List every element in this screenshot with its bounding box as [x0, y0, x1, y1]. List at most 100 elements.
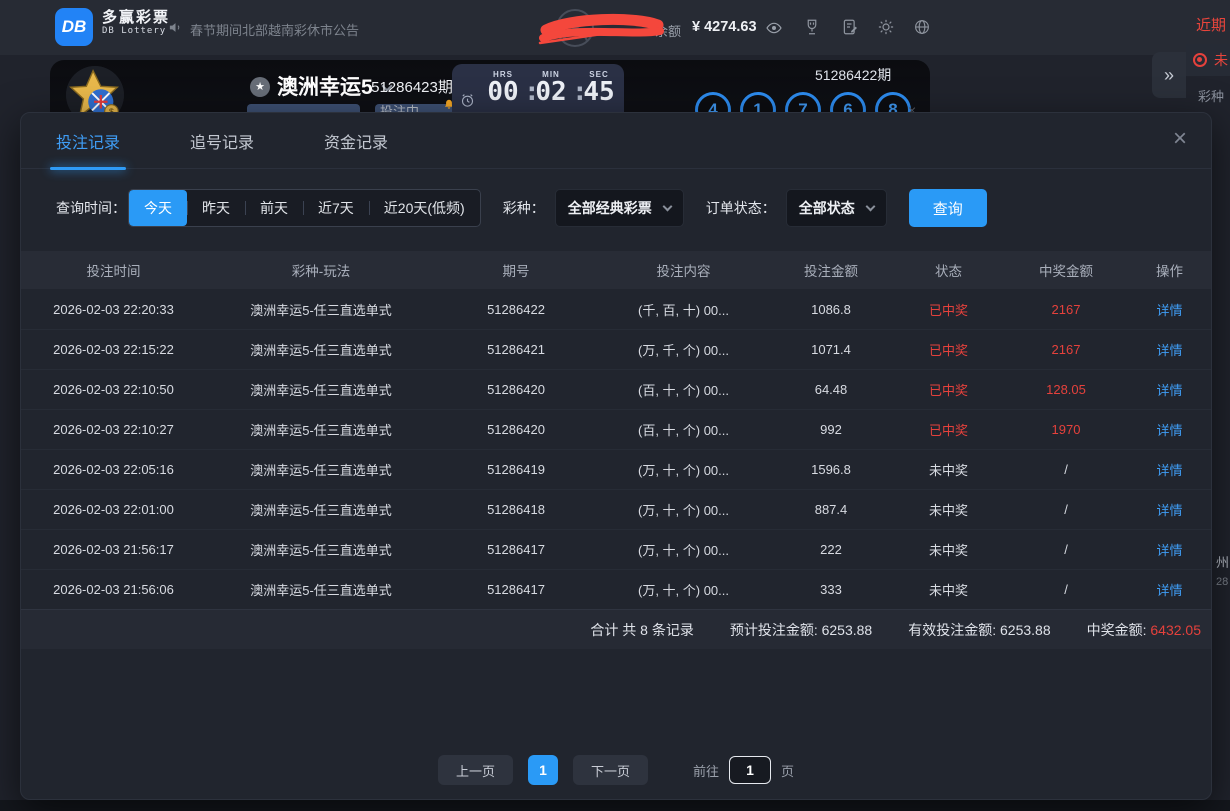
search-button[interactable]: 查询 [909, 189, 987, 227]
table-cell: (万, 十, 个) 00... [596, 540, 771, 559]
table-row: 2026-02-03 21:56:06澳洲幸运5-任三直选单式51286417(… [21, 569, 1211, 609]
clipped-background-text: 州 [1216, 552, 1229, 571]
table-cell: 1086.8 [771, 302, 891, 317]
brand-subname: DB Lottery [102, 27, 170, 37]
detail-link[interactable]: 详情 [1126, 540, 1213, 559]
table-cell: 澳洲幸运5-任三直选单式 [206, 420, 436, 439]
order-status-value: 全部状态 [799, 198, 855, 218]
table-cell: 2026-02-03 22:01:00 [21, 502, 206, 517]
table-cell: (万, 十, 个) 00... [596, 460, 771, 479]
award-icon[interactable] [803, 18, 821, 41]
pagination: 上一页 1 下一页 前往 页 [21, 755, 1211, 785]
table-cell: 2167 [1006, 302, 1126, 317]
column-header: 中奖金额 [1006, 260, 1126, 280]
star-badge-icon: ★ [250, 77, 270, 97]
table-body: 2026-02-03 22:20:33澳洲幸运5-任三直选单式51286422(… [21, 289, 1211, 609]
prev-page-button[interactable]: 上一页 [438, 755, 513, 785]
language-icon[interactable] [913, 18, 931, 41]
table-cell: 未中奖 [891, 460, 1006, 479]
summary-win-value: 6432.05 [1150, 622, 1201, 638]
goto-label: 前往 [693, 761, 719, 780]
column-header: 状态 [891, 260, 1006, 280]
table-cell: 澳洲幸运5-任三直选单式 [206, 540, 436, 559]
close-icon[interactable]: × [1173, 125, 1187, 153]
order-status-label: 订单状态： [706, 198, 776, 218]
chevron-down-icon [662, 202, 672, 212]
summary-row: 合计 共 8 条记录 预计投注金额: 6253.88 有效投注金额: 6253.… [21, 609, 1211, 649]
tab-fund-records[interactable]: 资金记录 [324, 129, 388, 153]
table-cell: 51286419 [436, 462, 596, 477]
table-cell: 澳洲幸运5-任三直选单式 [206, 300, 436, 319]
table-cell: 51286417 [436, 582, 596, 597]
table-cell: (万, 千, 个) 00... [596, 340, 771, 359]
table-cell: (百, 十, 个) 00... [596, 380, 771, 399]
time-filter-group: 今天昨天前天近7天近20天(低频) [128, 189, 481, 227]
detail-link[interactable]: 详情 [1126, 580, 1213, 599]
clipped-background-text: 28 [1216, 576, 1228, 588]
table-cell: 992 [771, 422, 891, 437]
time-filter-option-2[interactable]: 昨天 [187, 190, 245, 226]
table-row: 2026-02-03 22:10:50澳洲幸运5-任三直选单式51286420(… [21, 369, 1211, 409]
table-cell: 已中奖 [891, 300, 1006, 319]
current-page-button[interactable]: 1 [528, 755, 558, 785]
tab-chase-records[interactable]: 追号记录 [190, 129, 254, 153]
last-draw-issue: 51286422期 [815, 65, 891, 85]
next-page-button[interactable]: 下一页 [573, 755, 648, 785]
table-cell: (百, 十, 个) 00... [596, 420, 771, 439]
time-filter-option-3[interactable]: 前天 [245, 190, 303, 226]
time-filter-option-5[interactable]: 近20天(低频) [369, 190, 480, 226]
report-icon[interactable] [841, 18, 859, 41]
bet-records-modal: 投注记录 追号记录 资金记录 × 查询时间： 今天昨天前天近7天近20天(低频)… [20, 112, 1212, 800]
detail-link[interactable]: 详情 [1126, 300, 1213, 319]
table-cell: 澳洲幸运5-任三直选单式 [206, 460, 436, 479]
table-cell: 澳洲幸运5-任三直选单式 [206, 580, 436, 599]
table-cell: 2026-02-03 22:20:33 [21, 302, 206, 317]
table-cell: 已中奖 [891, 420, 1006, 439]
table-cell: / [1006, 582, 1126, 597]
table-cell: / [1006, 502, 1126, 517]
table-cell: 未中奖 [891, 540, 1006, 559]
speaker-icon [168, 20, 183, 40]
drawer-tab-lottery[interactable]: 彩种 [1198, 86, 1224, 105]
detail-link[interactable]: 详情 [1126, 500, 1213, 519]
goto-page-input[interactable] [729, 756, 771, 784]
table-cell: 2026-02-03 22:15:22 [21, 342, 206, 357]
table-cell: 128.05 [1006, 382, 1126, 397]
table-cell: 51286420 [436, 382, 596, 397]
table-cell: 未中奖 [891, 500, 1006, 519]
table-row: 2026-02-03 22:01:00澳洲幸运5-任三直选单式51286418(… [21, 489, 1211, 529]
table-cell: 澳洲幸运5-任三直选单式 [206, 380, 436, 399]
table-cell: 333 [771, 582, 891, 597]
table-cell: 澳洲幸运5-任三直选单式 [206, 340, 436, 359]
table-cell: 澳洲幸运5-任三直选单式 [206, 500, 436, 519]
brand-abbr: DB [62, 17, 87, 37]
drawer-tab-live[interactable]: 未 [1186, 44, 1230, 76]
table-cell: 已中奖 [891, 380, 1006, 399]
detail-link[interactable]: 详情 [1126, 420, 1213, 439]
table-cell: 1071.4 [771, 342, 891, 357]
order-status-select[interactable]: 全部状态 [786, 189, 887, 227]
settings-icon[interactable] [877, 18, 895, 41]
eye-icon[interactable] [766, 20, 782, 41]
detail-link[interactable]: 详情 [1126, 340, 1213, 359]
detail-link[interactable]: 详情 [1126, 460, 1213, 479]
time-filter-option-4[interactable]: 近7天 [303, 190, 369, 226]
table-row: 2026-02-03 22:15:22澳洲幸运5-任三直选单式51286421(… [21, 329, 1211, 369]
redaction-scribble [538, 10, 666, 48]
topbar: DB 多赢彩票 DB Lottery 春节期间北部越南彩休市公告 余额 ¥ 42… [0, 0, 1230, 55]
page: DB 多赢彩票 DB Lottery 春节期间北部越南彩休市公告 余额 ¥ 42… [0, 0, 1230, 811]
summary-valid-amount: 有效投注金额: 6253.88 [908, 620, 1050, 640]
summary-total: 合计 共 8 条记录 [590, 620, 693, 640]
lottery-select[interactable]: 全部经典彩票 [555, 189, 684, 227]
time-filter-option-1[interactable]: 今天 [129, 190, 187, 226]
goto-page-group: 前往 页 [693, 756, 794, 784]
table-cell: / [1006, 542, 1126, 557]
brand-logo[interactable]: DB [55, 8, 93, 46]
table-cell: 2026-02-03 22:05:16 [21, 462, 206, 477]
drawer-collapse-button[interactable]: » [1152, 52, 1186, 98]
tab-bet-records[interactable]: 投注记录 [56, 129, 120, 153]
table-cell: (万, 十, 个) 00... [596, 580, 771, 599]
table-cell: 51286418 [436, 502, 596, 517]
table-header-row: 投注时间彩种-玩法期号投注内容投注金额状态中奖金额操作 [21, 251, 1211, 289]
detail-link[interactable]: 详情 [1126, 380, 1213, 399]
